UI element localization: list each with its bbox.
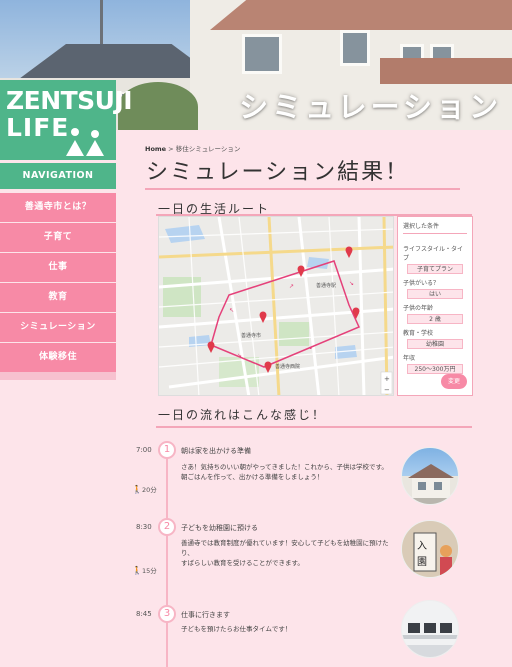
kindergarten-photo: 入 園: [401, 520, 459, 578]
svg-text:↘: ↘: [237, 352, 242, 359]
step-body: 子どもを預けたらお仕事タイムです！: [181, 625, 292, 633]
map-label-temple: 善通寺西院: [275, 363, 300, 370]
step-heading: 子どもを幼稚園に預ける: [181, 524, 258, 532]
travel-time: 🚶20分: [132, 485, 157, 494]
condition-value: 幼稚園: [407, 339, 463, 349]
svg-text:園: 園: [417, 556, 427, 568]
svg-text:↗: ↗: [289, 283, 294, 290]
family-icon: [66, 128, 106, 156]
svg-text:↘: ↘: [349, 280, 354, 287]
svg-text:+: +: [384, 375, 390, 383]
step-body: さあ！気持ちのいい朝がやってきました！これから、子供は学校です。 朝ごはんを作っ…: [181, 463, 388, 481]
svg-text:入: 入: [417, 541, 427, 552]
condition-label: 教育・学校: [403, 330, 434, 337]
hero-title: シミュレーション: [239, 90, 502, 124]
step-time: 8:45: [136, 610, 152, 618]
step-time: 7:00: [136, 446, 152, 454]
condition-label: 子供の年齢: [403, 305, 434, 312]
step-heading: 仕事に行きます: [181, 611, 230, 619]
page-title: シミュレーション結果！: [146, 160, 410, 185]
flow-title: 一日の流れはこんな感じ！: [158, 408, 327, 422]
step-body: 善通寺では教育制度が優れています！安心して子どもを幼稚園に預けたり、 すばらしい…: [181, 539, 389, 567]
nav-item-childcare[interactable]: 子育て: [0, 223, 116, 252]
change-button[interactable]: 変更: [441, 374, 467, 389]
breadcrumb: Home > 移住シミュレーション: [145, 145, 241, 153]
breadcrumb-current: 移住シミュレーション: [175, 145, 241, 153]
nav-item-about[interactable]: 善通寺市とは？: [0, 193, 116, 222]
condition-value: はい: [407, 289, 463, 299]
office-photo: [401, 600, 459, 658]
conditions-panel: 選択した条件 ライフスタイル・タイプ 子育てプラン 子供がいる？ はい 子供の年…: [397, 216, 473, 396]
condition-value: 250〜300万円: [407, 364, 463, 374]
step-number: 3: [158, 605, 176, 623]
logo-line1: ZENTSUJI: [6, 86, 133, 115]
step-time: 8:30: [136, 523, 152, 531]
condition-value: 2 歳: [407, 314, 463, 324]
step-number: 2: [158, 518, 176, 536]
map-label-station: 善通寺駅: [316, 282, 336, 289]
step-number: 1: [158, 441, 176, 459]
site-logo[interactable]: ZENTSUJI LIFE: [0, 80, 133, 160]
map-canvas[interactable]: ↗ ↘ ↙ ↘ ↖ 善通寺駅 善通寺市 善通寺西院 + −: [159, 217, 394, 396]
svg-text:↖: ↖: [229, 307, 234, 314]
breadcrumb-home[interactable]: Home: [145, 145, 166, 153]
condition-label: 子供がいる？: [403, 280, 440, 287]
step-heading: 朝は家を出かける準備: [181, 447, 251, 455]
timeline-line: [166, 452, 168, 667]
svg-text:−: −: [384, 386, 390, 394]
walking-icon: 🚶: [132, 566, 142, 575]
nav-item-education[interactable]: 教育: [0, 283, 116, 312]
condition-label: ライフスタイル・タイプ: [403, 246, 464, 262]
walking-icon: 🚶: [132, 485, 142, 494]
nav-item-work[interactable]: 仕事: [0, 253, 116, 282]
svg-text:↙: ↙: [309, 344, 314, 351]
home-photo: [401, 447, 459, 505]
travel-time: 🚶15分: [132, 566, 157, 575]
condition-label: 年収: [403, 355, 416, 362]
nav-item-trial-stay[interactable]: 体験移住: [0, 343, 116, 372]
nav-heading: NAVIGATION: [0, 163, 116, 189]
route-map[interactable]: ↗ ↘ ↙ ↘ ↖ 善通寺駅 善通寺市 善通寺西院 + −: [158, 216, 394, 396]
conditions-title: 選択した条件: [403, 221, 467, 234]
map-label-city: 善通寺市: [241, 332, 261, 339]
nav-item-simulation[interactable]: シミュレーション: [0, 313, 116, 342]
condition-value: 子育てプラン: [407, 264, 463, 274]
sidebar-nav: 善通寺市とは？ 子育て 仕事 教育 シミュレーション 体験移住: [0, 193, 116, 373]
